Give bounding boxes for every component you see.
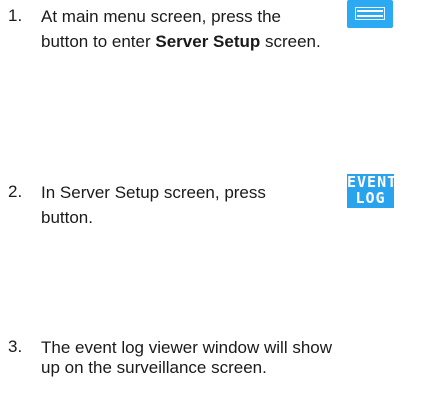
server-setup-icon [347,0,393,28]
step-text-line-1: In Server Setup screen, press [41,183,266,202]
step-number: 1. [8,6,23,25]
step-text-plain-end: screen. [260,32,321,51]
event-log-icon: EVENT LOG [347,173,398,208]
event-log-label-bottom: LOG [355,189,386,207]
step-text-line-1: The event log viewer window will show [41,338,333,357]
event-log-label-top: EVENT [347,173,398,191]
step-text-line-2: up on the surveillance screen. [41,358,267,377]
step-number: 3. [8,337,23,356]
step-text-plain: button to enter [41,32,156,51]
step-number: 2. [8,182,23,201]
server-setup-label: Server Setup [155,32,261,51]
step-text-line-2: button to enter Server Setup screen. [41,31,321,53]
step-text-line-1: At main menu screen, press the [41,7,282,26]
step-text-line-2: button. [41,208,93,227]
